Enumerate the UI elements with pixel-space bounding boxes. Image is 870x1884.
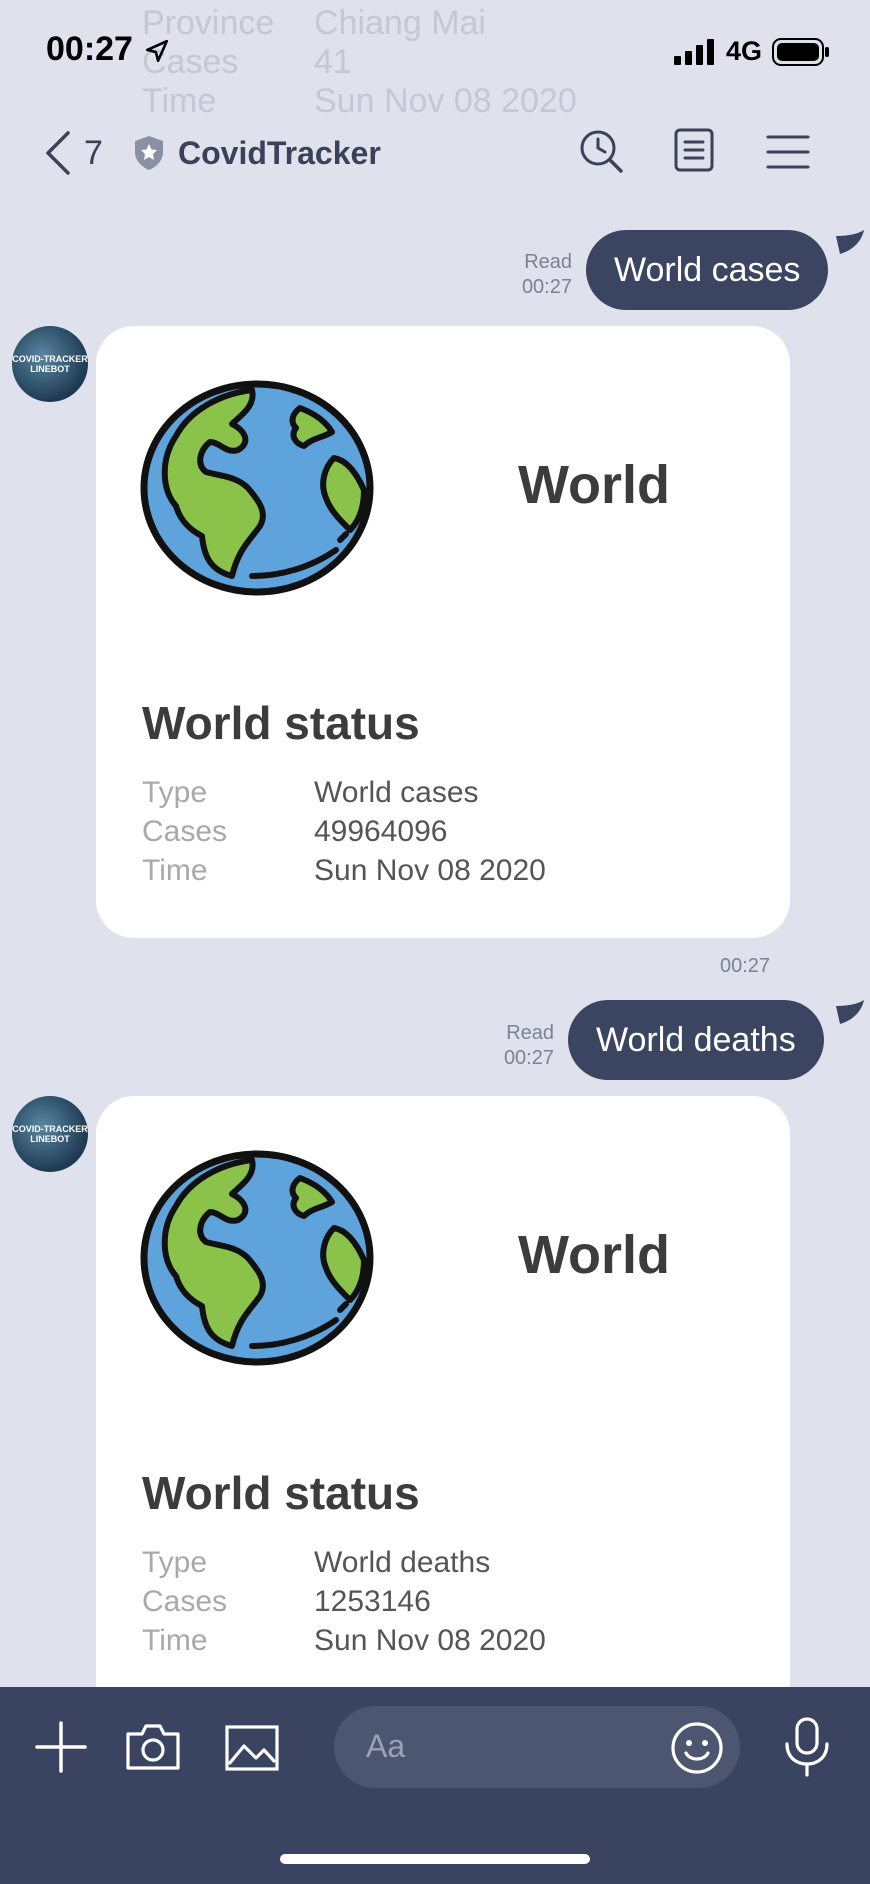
row-value: World cases — [314, 776, 479, 809]
read-receipt: Read 00:27 — [482, 1021, 554, 1071]
card-status-title: World status — [142, 697, 420, 749]
outgoing-message[interactable]: World deaths — [568, 1000, 824, 1080]
card-heading: World — [518, 455, 670, 515]
unread-count: 7 — [84, 133, 103, 172]
chat-title: CovidTracker — [178, 134, 381, 171]
card-row-time: Time Sun Nov 08 2020 — [142, 1624, 546, 1658]
back-button[interactable]: 7 — [44, 130, 103, 176]
received-time: 00:27 — [720, 955, 771, 977]
card-row-cases: Cases 49964096 — [142, 815, 447, 849]
row-key: Type — [142, 776, 208, 809]
row-value: 1253146 — [314, 1585, 431, 1618]
shield-icon — [135, 136, 163, 170]
sent-time: 00:27 — [503, 1047, 554, 1069]
row-key: Cases — [142, 815, 228, 848]
bubble-tail — [836, 1000, 864, 1024]
battery-icon — [772, 37, 829, 66]
card-row-time: Time Sun Nov 08 2020 — [142, 854, 546, 888]
row-key: Time — [142, 854, 208, 887]
row-value: Sun Nov 08 2020 — [314, 1624, 546, 1657]
read-label: Read — [524, 251, 572, 273]
row-value: Sun Nov 08 2020 — [314, 854, 546, 887]
outgoing-message-text: World deaths — [596, 1021, 796, 1059]
status-card[interactable]: World World status Type World cases Case… — [96, 326, 790, 938]
signal-icon — [673, 38, 714, 65]
status-time: 00:27 — [46, 30, 170, 69]
bubble-tail — [836, 230, 864, 254]
outgoing-message[interactable]: World cases — [586, 230, 829, 310]
search-clock-icon[interactable] — [578, 128, 624, 174]
avatar-label: COVID-TRACKER LINEBOT — [12, 354, 88, 374]
avatar-label: COVID-TRACKER LINEBOT — [12, 1124, 88, 1144]
scrolled-message-ghost: Province Chiang Mai Cases 41 Time Sun Nov 0… — [142, 4, 577, 121]
card-row-cases: Cases 1253146 — [142, 1585, 431, 1619]
message-input-placeholder: Aa — [366, 1728, 406, 1764]
plus-icon[interactable] — [34, 1720, 88, 1774]
globe-icon — [140, 1150, 374, 1366]
ghost-value: 41 — [314, 43, 352, 81]
network-type: 4G — [725, 36, 762, 66]
row-key: Cases — [142, 1585, 228, 1618]
back-chevron-icon — [46, 131, 70, 175]
read-receipt: Read 00:27 — [500, 250, 572, 300]
card-heading: World — [518, 1225, 670, 1285]
card-row-type: Type World cases — [142, 776, 479, 810]
status-time-text: 00:27 — [46, 30, 133, 68]
emoji-icon[interactable] — [670, 1721, 724, 1775]
home-indicator[interactable] — [280, 1854, 590, 1864]
row-key: Type — [142, 1546, 208, 1579]
message-input[interactable]: Aa — [334, 1706, 740, 1788]
ghost-value: Chiang Mai — [314, 4, 486, 42]
chat-title-area[interactable]: CovidTracker — [132, 134, 381, 172]
location-arrow-icon — [146, 39, 169, 63]
status-indicators: 4G — [673, 36, 830, 67]
ghost-value: Sun Nov 08 2020 — [314, 82, 577, 120]
row-value: 49964096 — [314, 815, 448, 848]
sent-time: 00:27 — [521, 276, 572, 298]
microphone-icon[interactable] — [782, 1716, 832, 1778]
card-row-type: Type World deaths — [142, 1546, 490, 1580]
read-label: Read — [506, 1022, 554, 1044]
menu-icon[interactable] — [766, 134, 810, 170]
globe-icon — [140, 380, 374, 596]
image-icon[interactable] — [224, 1724, 280, 1772]
row-key: Time — [142, 1624, 208, 1657]
bot-avatar[interactable]: COVID-TRACKER LINEBOT — [12, 1096, 88, 1172]
outgoing-message-text: World cases — [614, 251, 801, 289]
card-status-title: World status — [142, 1467, 420, 1519]
row-value: World deaths — [314, 1546, 491, 1579]
camera-icon[interactable] — [124, 1722, 182, 1772]
status-card[interactable]: World World status Type World deaths Cas… — [96, 1096, 790, 1756]
bot-avatar[interactable]: COVID-TRACKER LINEBOT — [12, 326, 88, 402]
notes-icon[interactable] — [674, 128, 714, 172]
ghost-key: Time — [142, 82, 217, 120]
